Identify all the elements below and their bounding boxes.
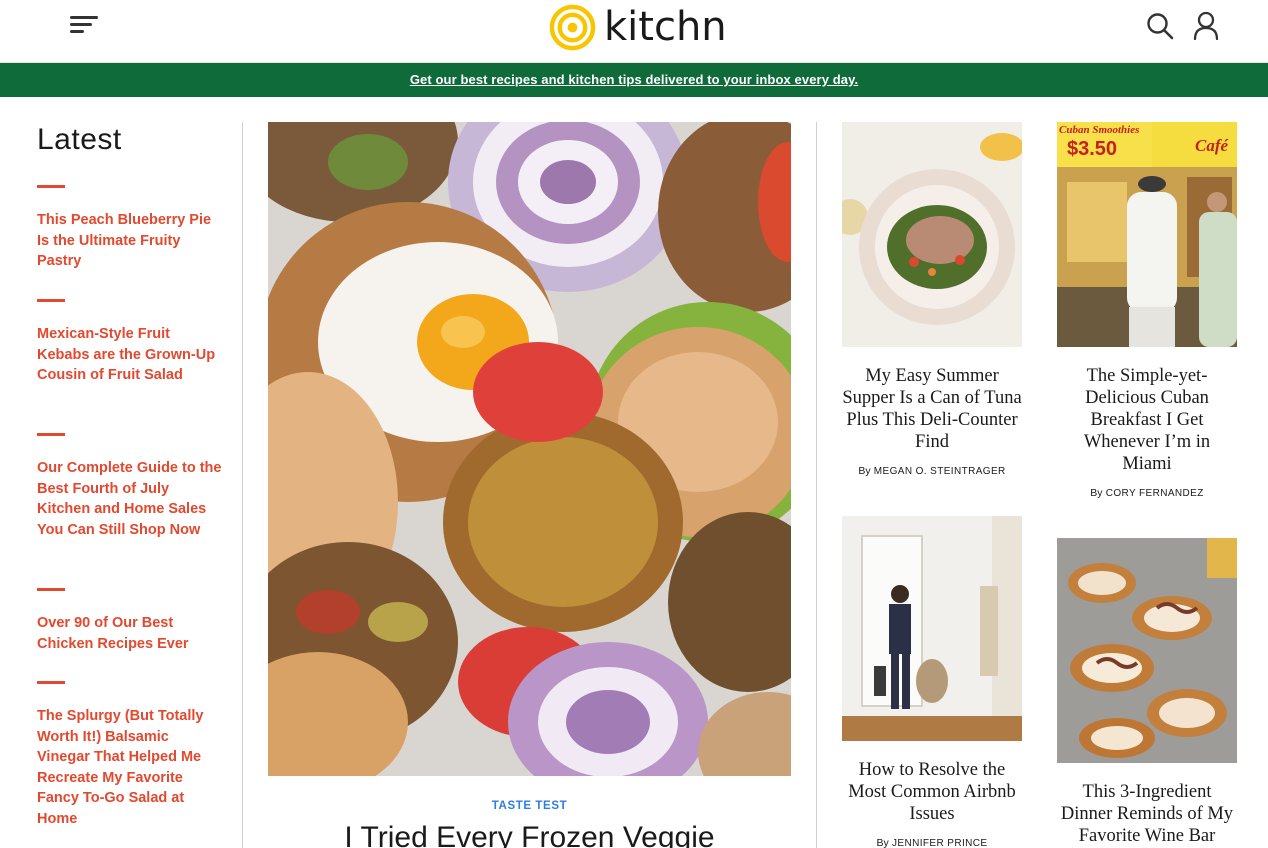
latest-item-link[interactable]: The Splurgy (But Totally Worth It!) Bals…	[37, 706, 222, 829]
accent-bar	[37, 185, 65, 188]
accent-bar	[37, 433, 65, 436]
accent-bar	[37, 588, 65, 591]
newsletter-promo-bar: Get our best recipes and kitchen tips de…	[0, 63, 1268, 97]
article-thumbnail[interactable]	[1057, 538, 1237, 763]
search-icon[interactable]	[1146, 12, 1174, 40]
latest-item: Our Complete Guide to the Best Fourth of…	[37, 433, 222, 540]
site-logo[interactable]: kitchn	[549, 2, 727, 52]
site-header: kitchn	[0, 0, 1268, 63]
hero-title-link[interactable]: I Tried Every Frozen Veggie	[268, 818, 791, 848]
latest-item: This Peach Blueberry Pie Is the Ultimate…	[37, 185, 222, 272]
byline-prefix: By	[876, 837, 889, 848]
article-thumbnail[interactable]	[842, 516, 1022, 741]
column-divider	[242, 122, 243, 848]
article-card: My Easy Summer Supper Is a Can of Tuna P…	[842, 122, 1022, 477]
article-title-link[interactable]: My Easy Summer Supper Is a Can of Tuna P…	[842, 365, 1022, 453]
latest-item-link[interactable]: Our Complete Guide to the Best Fourth of…	[37, 458, 222, 540]
article-card: How to Resolve the Most Common Airbnb Is…	[842, 516, 1022, 848]
latest-sidebar: Latest This Peach Blueberry Pie Is the U…	[37, 122, 227, 827]
latest-item: Mexican-Style Fruit Kebabs are the Grown…	[37, 299, 222, 386]
article-thumbnail[interactable]	[842, 122, 1022, 347]
accent-bar	[37, 299, 65, 302]
latest-item-link[interactable]: This Peach Blueberry Pie Is the Ultimate…	[37, 210, 222, 272]
latest-item-link[interactable]: Mexican-Style Fruit Kebabs are the Grown…	[37, 324, 222, 386]
sign-price: $3.50	[1067, 138, 1118, 160]
article-card: Cuban Smoothies $3.50 Café The Simple-ye…	[1057, 122, 1237, 499]
hero-category-link[interactable]: TASTE TEST	[268, 800, 791, 812]
column-divider	[816, 122, 817, 848]
byline-prefix: By	[858, 465, 871, 477]
article-title-link[interactable]: How to Resolve the Most Common Airbnb Is…	[842, 759, 1022, 825]
author-link[interactable]: CORY FERNANDEZ	[1106, 488, 1204, 499]
byline-prefix: By	[1090, 487, 1103, 499]
article-card: This 3-Ingredient Dinner Reminds of My F…	[1057, 538, 1237, 847]
article-thumbnail[interactable]: Cuban Smoothies $3.50 Café	[1057, 122, 1237, 347]
sign-text: Café	[1195, 136, 1229, 155]
latest-item: Over 90 of Our Best Chicken Recipes Ever	[37, 588, 222, 654]
article-title-link[interactable]: The Simple-yet-Delicious Cuban Breakfast…	[1057, 365, 1237, 475]
newsletter-signup-link[interactable]: Get our best recipes and kitchen tips de…	[410, 72, 858, 87]
menu-icon[interactable]	[70, 14, 100, 36]
article-byline: By MEGAN O. STEINTRAGER	[842, 465, 1022, 477]
hero-image[interactable]	[268, 122, 791, 776]
article-title-link[interactable]: This 3-Ingredient Dinner Reminds of My F…	[1057, 781, 1237, 847]
article-byline: By CORY FERNANDEZ	[1057, 487, 1237, 499]
author-link[interactable]: JENNIFER PRINCE	[892, 838, 987, 848]
account-icon[interactable]	[1192, 11, 1220, 41]
article-byline: By JENNIFER PRINCE	[842, 837, 1022, 848]
logo-swirl-icon	[549, 4, 596, 50]
latest-heading: Latest	[37, 123, 122, 156]
accent-bar	[37, 681, 65, 684]
latest-item: The Splurgy (But Totally Worth It!) Bals…	[37, 681, 222, 829]
latest-item-link[interactable]: Over 90 of Our Best Chicken Recipes Ever	[37, 613, 222, 654]
author-link[interactable]: MEGAN O. STEINTRAGER	[874, 466, 1006, 477]
sign-text: Cuban Smoothies	[1059, 124, 1140, 136]
logo-text: kitchn	[604, 4, 727, 50]
